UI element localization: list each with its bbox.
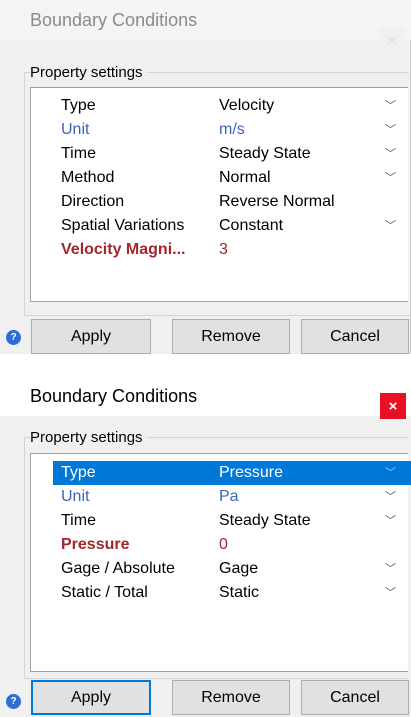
property-name: Pressure xyxy=(61,536,130,553)
property-name: Static / Total xyxy=(61,584,148,601)
property-value[interactable]: Steady State xyxy=(219,509,311,533)
remove-button[interactable]: Remove xyxy=(172,680,290,715)
chevron-down-icon[interactable]: ﹀ xyxy=(385,461,399,485)
property-value[interactable]: m/s xyxy=(219,118,245,142)
row-gutter xyxy=(31,142,53,166)
cancel-button[interactable]: Cancel xyxy=(301,680,409,715)
property-name: Velocity Magni... xyxy=(61,241,186,258)
property-settings-label: Property settings xyxy=(30,64,147,81)
property-value[interactable]: Steady State xyxy=(219,142,311,166)
property-value[interactable]: Constant xyxy=(219,214,283,238)
cancel-button[interactable]: Cancel xyxy=(301,319,409,354)
row-gutter xyxy=(31,461,53,485)
property-value[interactable]: Pressure xyxy=(219,461,411,485)
row-gutter xyxy=(31,581,53,605)
property-name: Gage / Absolute xyxy=(61,560,175,577)
property-value[interactable]: Velocity xyxy=(219,94,274,118)
property-value[interactable]: Pa xyxy=(219,485,239,509)
apply-button[interactable]: Apply xyxy=(31,319,151,354)
row-gutter xyxy=(31,509,53,533)
boundary-conditions-dialog-pressure: Boundary Conditions × Property settings … xyxy=(0,376,411,717)
property-value[interactable]: Reverse Normal xyxy=(219,190,335,214)
chevron-down-icon[interactable]: ﹀ xyxy=(385,509,399,533)
chevron-down-icon[interactable]: ﹀ xyxy=(385,142,399,166)
apply-button[interactable]: Apply xyxy=(31,680,151,715)
chevron-down-icon[interactable]: ﹀ xyxy=(385,557,399,581)
row-gutter xyxy=(31,214,53,238)
row-gutter xyxy=(31,485,53,509)
row-gutter xyxy=(31,94,53,118)
chevron-down-icon[interactable]: ﹀ xyxy=(385,166,399,190)
property-name: Method xyxy=(61,169,115,186)
help-icon[interactable]: ? xyxy=(6,330,21,345)
chevron-down-icon[interactable]: ﹀ xyxy=(385,485,399,509)
remove-button[interactable]: Remove xyxy=(172,319,290,354)
chevron-down-icon[interactable]: ﹀ xyxy=(385,581,399,605)
property-name: Spatial Variations xyxy=(61,217,185,234)
dialog-title: Boundary Conditions xyxy=(30,386,198,406)
property-row-static-total[interactable]: Static / Total Static ﹀ xyxy=(31,581,409,605)
property-row-velocity-magnitude[interactable]: Velocity Magni... 3 xyxy=(31,238,409,262)
property-row-spatial-variations[interactable]: Spatial Variations Constant ﹀ xyxy=(31,214,409,238)
property-name: Time xyxy=(61,512,96,529)
property-settings-label: Property settings xyxy=(30,429,147,446)
separator-gap xyxy=(0,354,411,376)
title-bar: Boundary Conditions xyxy=(0,376,411,416)
row-gutter xyxy=(31,533,53,557)
close-icon[interactable]: × xyxy=(380,393,406,419)
property-value[interactable]: Normal xyxy=(219,166,271,190)
row-gutter xyxy=(31,238,53,262)
chevron-down-icon[interactable]: ﹀ xyxy=(385,214,399,238)
row-gutter xyxy=(31,557,53,581)
property-grid: Type Pressure ﹀ Unit Pa ﹀ Time Steady St… xyxy=(30,453,411,672)
property-name: Unit xyxy=(61,488,90,505)
property-name: Direction xyxy=(61,193,125,210)
property-row-direction[interactable]: Direction Reverse Normal xyxy=(31,190,409,214)
close-icon[interactable]: × xyxy=(380,28,404,52)
property-grid: Type Velocity ﹀ Unit m/s ﹀ Time Steady S… xyxy=(30,87,408,302)
property-row-time[interactable]: Time Steady State ﹀ xyxy=(31,509,409,533)
boundary-conditions-dialog-velocity: Boundary Conditions × Property settings … xyxy=(0,0,411,354)
property-row-time[interactable]: Time Steady State ﹀ xyxy=(31,142,409,166)
row-gutter xyxy=(31,190,53,214)
property-name: Type xyxy=(61,97,96,114)
dialog-title: Boundary Conditions xyxy=(30,10,198,30)
property-row-method[interactable]: Method Normal ﹀ xyxy=(31,166,409,190)
row-gutter xyxy=(31,118,53,142)
property-row-unit[interactable]: Unit Pa ﹀ xyxy=(31,485,409,509)
chevron-down-icon[interactable]: ﹀ xyxy=(385,94,399,118)
property-row-pressure[interactable]: Pressure 0 xyxy=(31,533,409,557)
property-row-type[interactable]: Type Pressure ﹀ xyxy=(31,461,411,485)
property-value[interactable]: Gage xyxy=(219,557,258,581)
property-value[interactable]: Static xyxy=(219,581,259,605)
property-row-type[interactable]: Type Velocity ﹀ xyxy=(31,94,409,118)
property-name: Time xyxy=(61,145,96,162)
property-value[interactable]: 3 xyxy=(219,238,228,262)
property-value[interactable]: 0 xyxy=(219,533,228,557)
row-gutter xyxy=(31,166,53,190)
property-row-gage-absolute[interactable]: Gage / Absolute Gage ﹀ xyxy=(31,557,409,581)
help-icon[interactable]: ? xyxy=(6,694,21,709)
title-bar: Boundary Conditions xyxy=(0,0,411,40)
property-name: Unit xyxy=(61,121,90,138)
property-name: Type xyxy=(53,461,223,485)
property-row-unit[interactable]: Unit m/s ﹀ xyxy=(31,118,409,142)
chevron-down-icon[interactable]: ﹀ xyxy=(385,118,399,142)
